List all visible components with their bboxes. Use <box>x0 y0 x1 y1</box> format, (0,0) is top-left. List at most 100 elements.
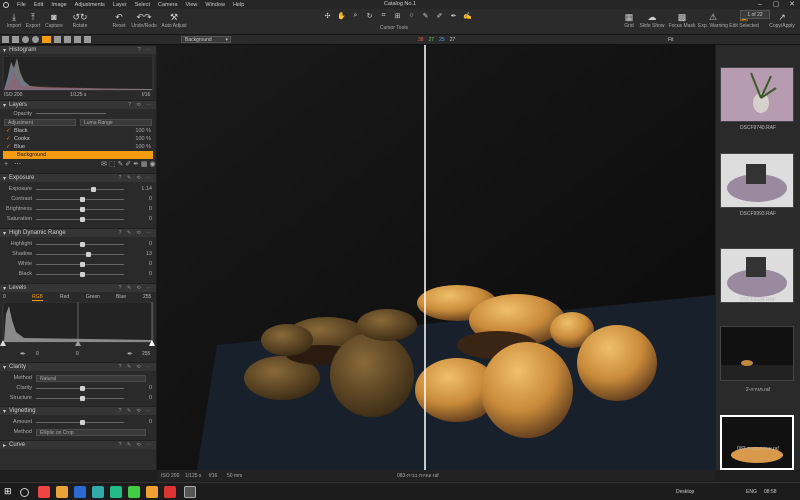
channel-red[interactable]: Red <box>60 294 69 300</box>
library-tab-icon[interactable] <box>2 36 9 43</box>
layer-item[interactable]: ✓ Blue 100 % <box>0 143 156 151</box>
folder-icon[interactable] <box>56 486 68 498</box>
slider-track[interactable] <box>36 385 124 391</box>
thumbnail[interactable] <box>720 248 794 303</box>
slider-value[interactable]: 0 <box>134 261 156 267</box>
app2-icon[interactable] <box>146 486 158 498</box>
rotate-tool-icon[interactable]: ↻ <box>364 12 375 20</box>
panel-tools-icon[interactable]: ? ✎ ⟲ ⋯ <box>119 175 153 181</box>
whatsapp-icon[interactable] <box>128 486 140 498</box>
slider-value[interactable]: 0 <box>134 196 156 202</box>
histogram-header[interactable]: ▾ Histogram? ⋯ <box>0 45 156 54</box>
panel-tools-icon[interactable]: ? ✎ ⟲ ⋯ <box>119 442 153 448</box>
red-app-icon[interactable] <box>164 486 176 498</box>
opacity-slider[interactable] <box>36 113 106 114</box>
capture-button[interactable]: ◙ Capture <box>43 11 65 29</box>
zoom-fit-label[interactable]: Fit <box>668 37 674 43</box>
vignetting-header[interactable]: ▾ Vignetting? ✎ ⟲ ⋯ <box>0 406 156 415</box>
adjustment-select[interactable]: Adjustment <box>4 119 76 126</box>
channel-rgb[interactable]: RGB <box>32 294 43 301</box>
image-viewer[interactable] <box>157 45 715 470</box>
output-tab-icon[interactable] <box>74 36 81 43</box>
search-icon[interactable] <box>20 488 29 497</box>
gradient-icon[interactable]: ✒ <box>448 12 459 20</box>
slider-track[interactable] <box>36 241 124 247</box>
windows-start-icon[interactable]: ⊞ <box>4 486 12 497</box>
levels-header[interactable]: ▾ Levels? ✎ ⟲ ⋯ <box>0 283 156 292</box>
layer-more-icon[interactable]: ⋯ <box>14 160 21 168</box>
slider-knob[interactable] <box>80 385 85 391</box>
auto-adjust-button[interactable]: ⚒ Auto Adjust <box>161 11 186 29</box>
exposure-tab-icon[interactable] <box>42 36 51 43</box>
thumbnail[interactable] <box>720 67 794 122</box>
add-layer-icon[interactable]: + <box>4 161 8 168</box>
zoom-icon[interactable]: ⌕ <box>350 12 361 20</box>
mail-icon[interactable] <box>110 486 122 498</box>
layer-view-select[interactable]: Background ▾ <box>181 36 231 43</box>
grid-button[interactable]: ▦ Grid <box>618 11 640 29</box>
reset-button[interactable]: ↶ Reset <box>108 11 130 29</box>
luma-range-button[interactable]: Luma Range <box>80 119 152 126</box>
slider-value[interactable]: 0 <box>134 241 156 247</box>
slider-value[interactable]: 0 <box>134 206 156 212</box>
curve-header[interactable]: ▸ Curve? ✎ ⟲ ⋯ <box>0 440 156 449</box>
layer-item[interactable]: ✓ Cooks 100 % <box>0 135 156 143</box>
panel-tools-icon[interactable]: ? ✎ ⟲ ⋯ <box>119 285 153 291</box>
slider-knob[interactable] <box>86 251 92 257</box>
check-icon[interactable]: ✓ <box>6 136 14 142</box>
slider-value[interactable]: 0 <box>134 395 156 401</box>
slider-value[interactable]: 0 <box>134 216 156 222</box>
layer-item-selected[interactable]: Background <box>3 151 153 159</box>
slider-knob[interactable] <box>80 206 85 212</box>
thumbnail-selected[interactable] <box>720 415 794 470</box>
capture-tab-icon[interactable] <box>12 36 19 43</box>
panel-tools-icon[interactable]: ? ✎ ⟲ ⋯ <box>119 230 153 236</box>
brush-icon[interactable]: ✎ <box>420 12 431 20</box>
panel-tools-icon[interactable]: ? ⟲ ⋯ <box>128 102 153 108</box>
clarity-header[interactable]: ▾ Clarity? ✎ ⟲ ⋯ <box>0 362 156 371</box>
focus-mask-button[interactable]: ▩ Focus Mask <box>669 11 696 29</box>
slider-track[interactable] <box>36 196 124 202</box>
export-button[interactable]: ⤒ Export <box>22 11 44 29</box>
check-icon[interactable]: ✓ <box>6 144 14 150</box>
thumbnail[interactable] <box>720 153 794 208</box>
slider-knob[interactable] <box>80 271 85 277</box>
firefox-icon[interactable] <box>38 486 50 498</box>
slider-track[interactable] <box>36 271 124 277</box>
copy-apply-button[interactable]: ↗ Copy/Apply <box>767 11 797 29</box>
slider-track[interactable] <box>36 395 124 401</box>
exposure-header[interactable]: ▾ Exposure? ✎ ⟲ ⋯ <box>0 173 156 182</box>
amount-slider[interactable] <box>36 419 124 425</box>
undo-redo-button[interactable]: ↶↷ Undo/Redo <box>131 11 156 29</box>
slider-value[interactable]: 13 <box>134 251 156 257</box>
layers-header[interactable]: ▾ Layers? ⟲ ⋯ <box>0 100 156 109</box>
panel-tools-icon[interactable]: ? ⋯ <box>138 47 153 53</box>
channel-blue[interactable]: Blue <box>116 294 126 300</box>
crop-icon[interactable]: ⌗ <box>378 12 389 20</box>
channel-green[interactable]: Green <box>86 294 100 300</box>
picker-icon[interactable]: ✍ <box>462 12 473 20</box>
slider-knob[interactable] <box>80 216 85 222</box>
slider-knob[interactable] <box>80 261 85 267</box>
exposure-warning-button[interactable]: ⚠ Exp. Warning <box>698 11 728 29</box>
capture-one-icon[interactable] <box>184 486 196 498</box>
spot-icon[interactable]: ○ <box>406 12 417 20</box>
slider-value[interactable]: 0 <box>134 271 156 277</box>
amount-value[interactable]: 0 <box>134 419 156 425</box>
language-label[interactable]: ENG <box>746 489 757 495</box>
rotate-button[interactable]: ↺↻ Rotate <box>69 11 91 29</box>
hand-icon[interactable]: ✋ <box>336 12 347 20</box>
edge-icon[interactable] <box>74 486 86 498</box>
slider-track[interactable] <box>36 251 124 257</box>
layer-item[interactable]: ✓ Black 100 % <box>0 127 156 135</box>
keystone-icon[interactable]: ⊞ <box>392 12 403 20</box>
hdr-header[interactable]: ▾ High Dynamic Range? ✎ ⟲ ⋯ <box>0 228 156 237</box>
color-tab-icon[interactable] <box>32 36 39 43</box>
slider-value[interactable]: 1.14 <box>134 186 156 192</box>
clarity-method-select[interactable]: Natural <box>36 374 146 382</box>
thumbnail[interactable] <box>720 326 794 381</box>
slider-track[interactable] <box>36 186 124 192</box>
slider-knob[interactable] <box>80 196 85 202</box>
maximize-icon[interactable]: ▢ <box>768 0 784 9</box>
slider-track[interactable] <box>36 261 124 267</box>
